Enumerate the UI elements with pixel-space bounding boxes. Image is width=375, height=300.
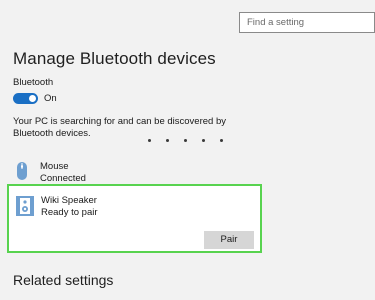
related-settings-heading: Related settings — [13, 272, 114, 288]
toggle-knob — [29, 95, 36, 102]
device-status: Ready to pair — [41, 207, 98, 218]
bluetooth-toggle-state: On — [44, 93, 57, 104]
discovery-status-text: Your PC is searching for and can be disc… — [13, 116, 226, 139]
bluetooth-label: Bluetooth — [13, 77, 54, 88]
search-input[interactable]: Find a setting — [239, 12, 375, 33]
bluetooth-toggle[interactable] — [13, 93, 38, 104]
speaker-icon — [14, 195, 36, 217]
top-bar: Find a setting — [0, 0, 375, 40]
pair-button[interactable]: Pair — [204, 231, 254, 249]
device-item-wiki-speaker[interactable]: Wiki Speaker Ready to pair Pair — [7, 184, 262, 253]
device-item-mouse[interactable]: Mouse Connected — [13, 160, 213, 184]
device-name: Mouse — [40, 161, 69, 172]
device-name: Wiki Speaker — [41, 195, 97, 206]
searching-progress-dots — [148, 139, 238, 145]
mouse-icon — [13, 160, 31, 182]
device-status: Connected — [40, 173, 86, 184]
page-title: Manage Bluetooth devices — [13, 49, 216, 68]
